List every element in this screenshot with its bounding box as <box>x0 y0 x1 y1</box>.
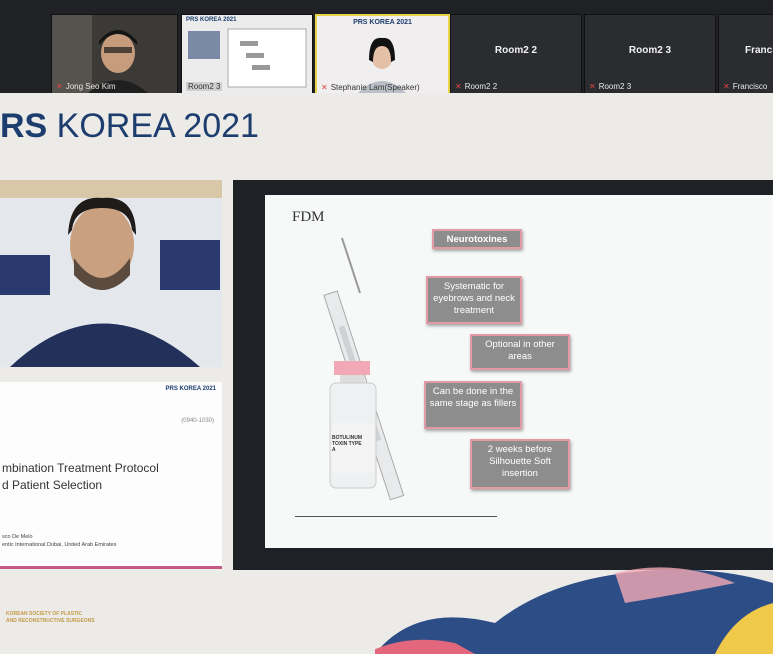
bullet-box: Systematic for eyebrows and neck treatme… <box>426 276 522 324</box>
participant-tile[interactable]: ✕ Jong Seo Kim <box>51 14 178 94</box>
participant-name: Francisco <box>732 82 768 91</box>
participant-label: Room2 2 <box>494 45 538 56</box>
participant-name: Room2 3 <box>186 82 223 91</box>
syringe-vial-illustration <box>323 237 405 501</box>
participant-label: Francis <box>745 45 773 56</box>
mic-muted-icon: ✕ <box>589 82 596 91</box>
participant-tile[interactable]: Francis ✕Francisco <box>718 14 773 94</box>
participant-tile[interactable]: Room2 2 ✕ Room2 2 <box>450 14 582 94</box>
mic-muted-icon: ✕ <box>723 82 730 91</box>
participant-tile[interactable]: Room2 3 ✕ Room2 3 <box>584 14 716 94</box>
slide-title: mbination Treatment Protocol d Patient Se… <box>2 461 159 492</box>
slide-brand: FDM <box>292 209 325 225</box>
title-slide: PRS KOREA 2021 (0940-1030) mbination Tre… <box>0 382 222 569</box>
bullet-box: Optional in other areas <box>470 334 570 370</box>
society-name: KOREAN SOCIETY OF PLASTIC AND RECONSTRUCT… <box>6 611 95 624</box>
participant-name: Stephanie Lam(Speaker) <box>330 83 420 92</box>
conference-logo: RS KOREA 2021 <box>0 107 259 145</box>
mic-muted-icon: ✕ <box>321 83 328 92</box>
slide-divider <box>295 516 497 517</box>
main-view: RS KOREA 2021 PRS KOREA 2021 (0940-1030)… <box>0 93 773 654</box>
bullet-box: Neurotoxines <box>432 229 522 249</box>
slide-author: sco De Melo entic International Dubai, Un… <box>2 534 117 548</box>
participant-name: Jong Seo Kim <box>65 82 116 91</box>
speaker-video-image <box>0 180 222 367</box>
participant-name: Room2 2 <box>464 82 498 91</box>
session-time: (0940-1030) <box>181 418 214 424</box>
bullet-box: 2 weeks before Silhouette Soft insertion <box>470 439 570 489</box>
slide-logo: PRS KOREA 2021 <box>353 19 412 26</box>
participant-strip: ✕ Jong Seo Kim PRS KOREA 2021 Room2 3 PRS… <box>0 0 773 96</box>
decorative-pattern <box>375 567 773 654</box>
participant-tile[interactable]: PRS KOREA 2021 Room2 3 <box>181 14 313 94</box>
participant-label: Room2 3 <box>628 45 672 56</box>
participant-tile-speaker[interactable]: PRS KOREA 2021 ✕ Stephanie Lam(Speaker) <box>315 14 450 96</box>
participant-name: Room2 3 <box>598 82 632 91</box>
slide-header: PRS KOREA 2021 <box>165 386 216 392</box>
speaker-video <box>0 180 222 367</box>
mic-muted-icon: ✕ <box>56 82 63 91</box>
vial-label: BOTULINUM TOXIN TYPE A <box>332 435 362 453</box>
slide-logo: PRS KOREA 2021 <box>186 17 237 23</box>
mic-muted-icon: ✕ <box>455 82 462 91</box>
bullet-box: Can be done in the same stage as fillers <box>424 381 522 429</box>
